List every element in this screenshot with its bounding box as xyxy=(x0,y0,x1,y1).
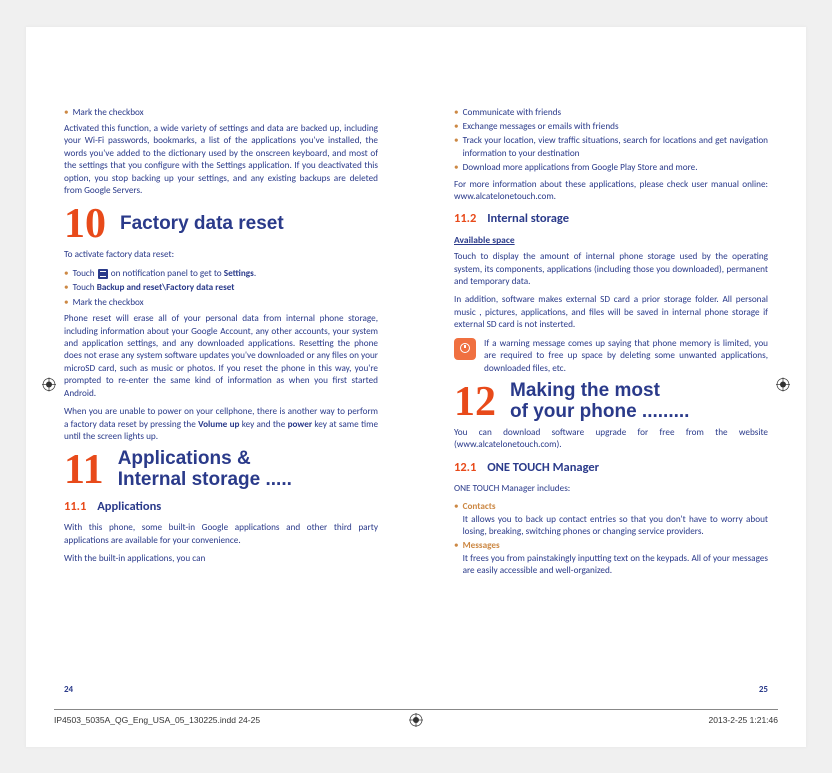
list-item: • Mark the checkbox xyxy=(64,107,378,119)
bullet-icon: • xyxy=(64,282,69,294)
right-page: • Communicate with friends • Exchange mess… xyxy=(416,27,806,747)
chapter-number: 12 xyxy=(454,381,496,423)
bullet-text: Contacts It allows you to back up contac… xyxy=(463,501,768,538)
body-text: ONE TOUCH Manager includes: xyxy=(454,483,768,495)
bullet-icon: • xyxy=(454,540,459,577)
list-item: • Touch Backup and reset\Factory data re… xyxy=(64,282,378,294)
body-text: Touch to display the amount of internal … xyxy=(454,251,768,288)
bullet-text: Touch on notification panel to get to Se… xyxy=(73,268,378,280)
section-11-1-header: 11.1 Applications xyxy=(64,499,378,516)
chapter-11-header: 11 Applications & Internal storage ..... xyxy=(64,449,378,491)
bullet-text: Download more applications from Google P… xyxy=(463,162,768,174)
page-spread: • Mark the checkbox Activated this funct… xyxy=(26,27,806,747)
settings-icon xyxy=(98,269,108,279)
bullet-icon: • xyxy=(454,162,459,174)
section-number: 11.2 xyxy=(454,211,476,226)
section-number: 12.1 xyxy=(454,460,476,475)
list-item: • Exchange messages or emails with friend… xyxy=(454,121,768,133)
term-label: Contacts xyxy=(463,501,496,512)
body-text: When you are unable to power on your cel… xyxy=(64,406,378,443)
body-text: For more information about these applica… xyxy=(454,179,768,204)
section-number: 11.1 xyxy=(64,499,86,514)
chapter-12-header: 12 Making the most of your phone .......… xyxy=(454,381,768,423)
footer-line: IP4503_5035A_QG_Eng_USA_05_130225.indd 2… xyxy=(54,709,778,725)
chapter-title-line1: Applications & xyxy=(118,449,292,470)
bullet-icon: • xyxy=(64,297,69,309)
bullet-text: Communicate with friends xyxy=(463,107,768,119)
chapter-10-header: 10 Factory data reset xyxy=(64,203,378,245)
chapter-title-line2: Internal storage ..... xyxy=(118,470,292,491)
bullet-icon: • xyxy=(454,501,459,538)
list-item: • Communicate with friends xyxy=(454,107,768,119)
footer-filename: IP4503_5035A_QG_Eng_USA_05_130225.indd 2… xyxy=(54,715,260,725)
list-item: • Mark the checkbox xyxy=(64,297,378,309)
chapter-number: 11 xyxy=(64,449,104,491)
bullet-text: Messages It frees you from painstakingly… xyxy=(463,540,768,577)
list-item: • Messages It frees you from painstaking… xyxy=(454,540,768,577)
term-description: It frees you from painstakingly inputtin… xyxy=(463,553,768,576)
warning-icon xyxy=(454,338,476,360)
section-title: ONE TOUCH Manager xyxy=(487,460,599,475)
bullet-icon: • xyxy=(454,107,459,119)
bullet-text: Mark the checkbox xyxy=(73,107,378,119)
chapter-title-line1: Making the most xyxy=(510,381,689,402)
body-text: With the built-in applications, you can xyxy=(64,553,378,565)
bullet-icon: • xyxy=(454,121,459,133)
section-title: Applications xyxy=(97,499,161,514)
list-item: •Track your location, view traffic situa… xyxy=(454,135,768,160)
subsection-title: Available space xyxy=(454,234,768,247)
chapter-title: Factory data reset xyxy=(120,214,284,235)
section-11-2-header: 11.2 Internal storage xyxy=(454,211,768,228)
registration-mark-bottom xyxy=(409,713,423,729)
footer-timestamp: 2013-2-25 1:21:46 xyxy=(709,715,778,725)
list-item: • Touch on notification panel to get to … xyxy=(64,268,378,280)
bullet-icon: • xyxy=(454,135,459,160)
body-text: To activate factory data reset: xyxy=(64,249,378,261)
body-text: In addition, software makes external SD … xyxy=(454,294,768,331)
left-page: • Mark the checkbox Activated this funct… xyxy=(26,27,416,747)
body-text: Activated this function, a wide variety … xyxy=(64,123,378,198)
chapter-number: 10 xyxy=(64,203,106,245)
warning-box: If a warning message comes up saying tha… xyxy=(454,338,768,375)
body-text: You can download software upgrade for fr… xyxy=(454,427,768,452)
bullet-text: Mark the checkbox xyxy=(73,297,378,309)
page-number-left: 24 xyxy=(64,684,73,696)
term-description: It allows you to back up contact entries… xyxy=(463,514,768,537)
section-title: Internal storage xyxy=(487,211,569,226)
bullet-text: Touch Backup and reset\Factory data rese… xyxy=(73,282,378,294)
list-item: • Contacts It allows you to back up cont… xyxy=(454,501,768,538)
warning-text: If a warning message comes up saying tha… xyxy=(484,338,768,375)
bullet-icon: • xyxy=(64,268,69,280)
bullet-text: Exchange messages or emails with friends xyxy=(463,121,768,133)
bullet-icon: • xyxy=(64,107,69,119)
list-item: • Download more applications from Google … xyxy=(454,162,768,174)
bullet-text: Track your location, view traffic situat… xyxy=(463,135,768,160)
section-12-1-header: 12.1 ONE TOUCH Manager xyxy=(454,460,768,477)
body-text: Phone reset will erase all of your perso… xyxy=(64,313,378,400)
body-text: With this phone, some built-in Google ap… xyxy=(64,522,378,547)
term-label: Messages xyxy=(463,540,500,551)
page-number-right: 25 xyxy=(759,684,768,696)
chapter-title-line2: of your phone ......... xyxy=(510,402,689,423)
